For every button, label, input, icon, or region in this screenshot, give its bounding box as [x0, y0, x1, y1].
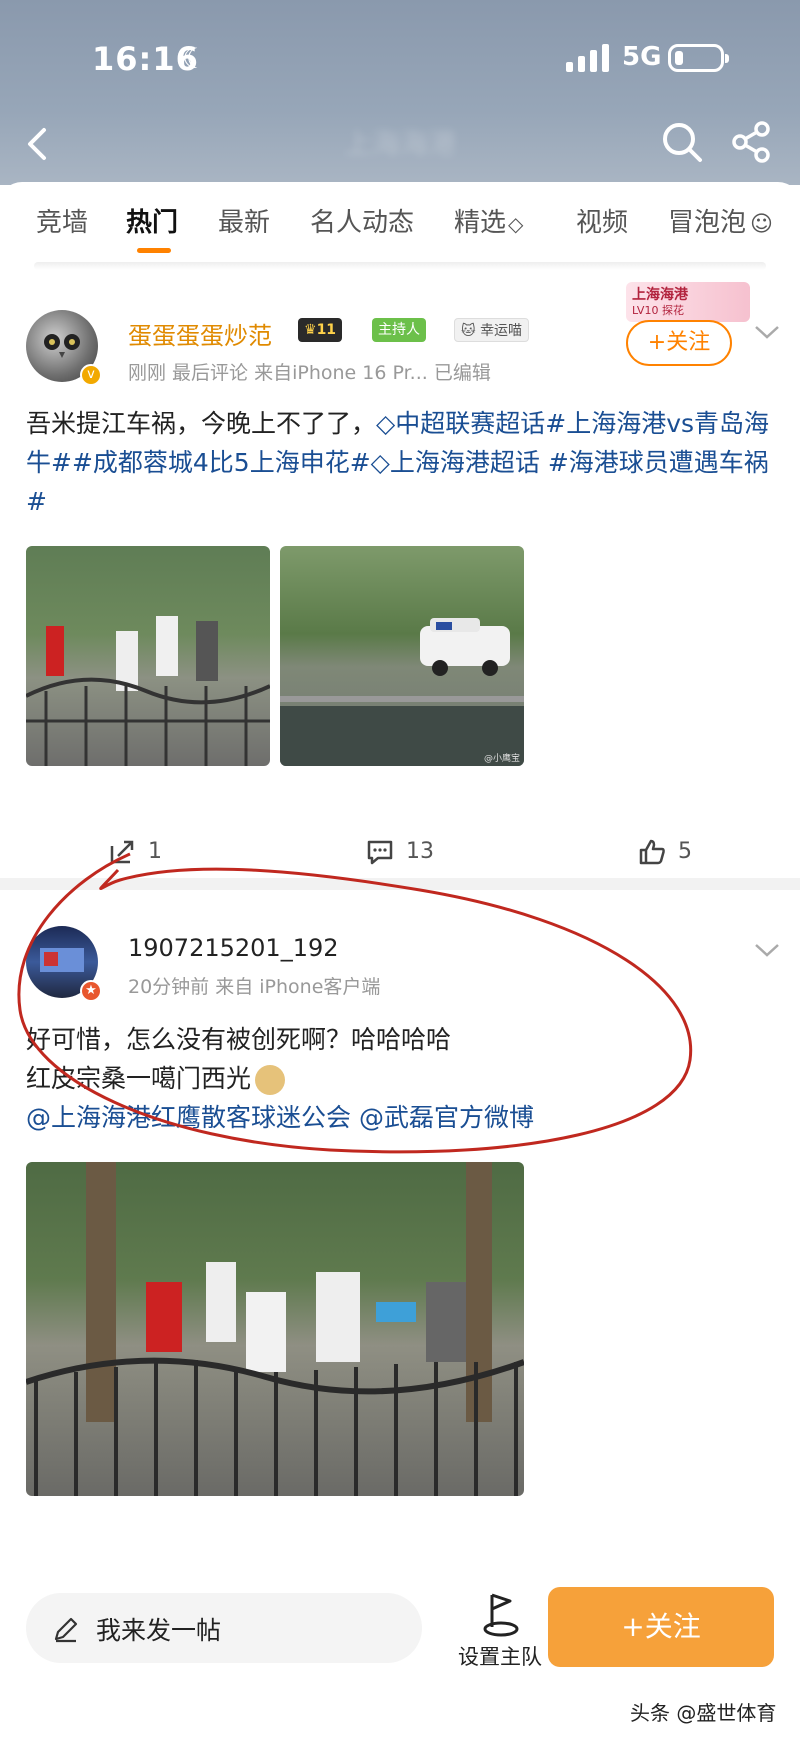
- lucky-badge: 🐱 幸运喵: [454, 318, 530, 342]
- feed-top-edge: [34, 262, 766, 270]
- topic-link[interactable]: 中超联赛超话: [395, 409, 545, 438]
- level-badge-number: 11: [316, 322, 337, 338]
- tab-hot[interactable]: 热门: [126, 202, 178, 239]
- tab-bubble[interactable]: 冒泡泡 ☺: [668, 202, 773, 239]
- moon-icon: ☾: [182, 42, 208, 75]
- supertopic-icon[interactable]: ◇: [371, 448, 390, 477]
- team-tag-level: LV10 探花: [632, 304, 684, 317]
- watermark: 头条 @盛世体育: [630, 1701, 777, 1725]
- diamond-icon: ◇: [508, 212, 524, 236]
- tab-featured-label: 精选: [454, 208, 507, 238]
- mention-link[interactable]: @上海海港红鹰散客球迷公会: [26, 1103, 351, 1132]
- flag-icon: [483, 1593, 519, 1637]
- mention-link[interactable]: @武磊官方微博: [359, 1103, 534, 1132]
- topic-link[interactable]: 上海海港超话: [390, 448, 540, 477]
- post-image[interactable]: @小鹰宝: [280, 546, 524, 766]
- nav-bar: 上海海港: [0, 110, 800, 174]
- tab-jingqiang[interactable]: 竞墙: [36, 202, 88, 239]
- post-text-line: 好可惜，怎么没有被创死啊？哈哈哈哈: [26, 1025, 452, 1054]
- post-meta: 20分钟前 来自 iPhone客户端: [128, 976, 381, 998]
- verified-badge-icon: v: [80, 364, 102, 386]
- emoji-icon: ☺: [750, 212, 773, 237]
- tab-bar: 竞墙 热门 最新 名人动态 精选 ◇ 视频 冒泡泡 ☺: [0, 202, 800, 253]
- search-icon[interactable]: [660, 120, 704, 164]
- set-team-button[interactable]: 设置主队: [450, 1585, 550, 1675]
- chevron-down-icon[interactable]: [752, 940, 782, 960]
- host-badge: 主持人: [372, 318, 426, 342]
- thumbs-up-icon: [639, 839, 665, 865]
- chevron-down-icon[interactable]: [752, 322, 782, 342]
- network-type: 5G: [622, 42, 662, 72]
- level-badge: ♛11: [298, 318, 343, 342]
- team-tag: 上海海港 LV10 探花: [626, 282, 750, 322]
- like-count: 5: [678, 839, 692, 864]
- comment-count: 13: [406, 839, 434, 864]
- post-text: 好可惜，怎么没有被创死啊？哈哈哈哈 红皮宗桑一噶门西光 @上海海港红鹰散客球迷公…: [26, 1020, 746, 1137]
- post-username[interactable]: 蛋蛋蛋蛋炒范: [128, 316, 272, 351]
- tab-video[interactable]: 视频: [576, 202, 628, 239]
- compose-label: 我来发一帖: [96, 1616, 222, 1645]
- battery-icon: [668, 44, 729, 72]
- verified-badge-icon: ★: [80, 980, 102, 1002]
- tab-featured[interactable]: 精选 ◇: [454, 202, 523, 239]
- tab-latest[interactable]: 最新: [218, 202, 270, 239]
- back-icon[interactable]: [18, 122, 62, 166]
- image-credit: @小鹰宝: [483, 754, 520, 764]
- post-text: 吾米提江车祸，今晚上不了了，◇中超联赛超话#上海海港vs青岛海牛##成都蓉城4比…: [26, 404, 776, 521]
- bottom-bar: 我来发一帖 设置主队 +关注: [0, 1585, 800, 1685]
- post-text-plain: 吾米提江车祸，今晚上不了了，: [26, 409, 377, 438]
- status-bar: 16:16 ☾ 5G: [0, 30, 800, 90]
- repost-icon: [110, 840, 134, 864]
- post-divider: [0, 878, 800, 890]
- post-text-line: @上海海港红鹰散客球迷公会 @武磊官方微博: [26, 1098, 746, 1137]
- post-text-line: 红皮宗桑一噶门西光: [26, 1059, 746, 1098]
- lucky-badge-label: 幸运喵: [480, 323, 523, 339]
- post-image[interactable]: [26, 546, 270, 766]
- page-title: 上海海港: [343, 127, 456, 160]
- tab-bubble-label: 冒泡泡: [668, 208, 747, 238]
- follow-button[interactable]: +关注: [626, 320, 732, 366]
- pencil-icon: [54, 1617, 78, 1643]
- doge-emoji-icon: [255, 1065, 286, 1095]
- post-text-line-text: 红皮宗桑一噶门西光: [26, 1064, 252, 1093]
- set-team-label: 设置主队: [458, 1645, 542, 1669]
- share-icon[interactable]: [730, 120, 774, 164]
- post-card: v 蛋蛋蛋蛋炒范 ♛11 主持人 🐱 幸运喵 上海海港 LV10 探花 +关注 …: [0, 282, 800, 900]
- post-username[interactable]: 1907215201_192: [128, 934, 339, 962]
- photo-police-car-icon: [280, 618, 524, 766]
- like-button[interactable]: 5: [638, 832, 692, 872]
- photo-people-icon: [26, 616, 270, 766]
- photo-crowd-icon: [26, 1162, 524, 1496]
- comment-icon: [367, 840, 393, 865]
- compose-input[interactable]: 我来发一帖: [26, 1593, 422, 1663]
- post-actions: 1 13 5: [0, 832, 800, 872]
- tab-celebrity[interactable]: 名人动态: [310, 202, 414, 239]
- supertopic-icon[interactable]: ◇: [376, 409, 395, 438]
- cat-icon: 🐱: [461, 323, 476, 339]
- team-tag-name: 上海海港: [632, 287, 688, 303]
- post-meta: 刚刚 最后评论 来自iPhone 16 Pr... 已编辑: [128, 362, 491, 384]
- active-tab-indicator: [137, 248, 171, 253]
- follow-team-button[interactable]: +关注: [548, 1587, 774, 1667]
- post-card: ★ 1907215201_192 20分钟前 来自 iPhone客户端 好可惜，…: [0, 908, 800, 1548]
- signal-icon: [566, 44, 609, 72]
- comment-button[interactable]: 13: [366, 832, 434, 872]
- repost-button[interactable]: 1: [108, 832, 162, 872]
- repost-count: 1: [148, 839, 162, 864]
- post-image[interactable]: [26, 1162, 524, 1496]
